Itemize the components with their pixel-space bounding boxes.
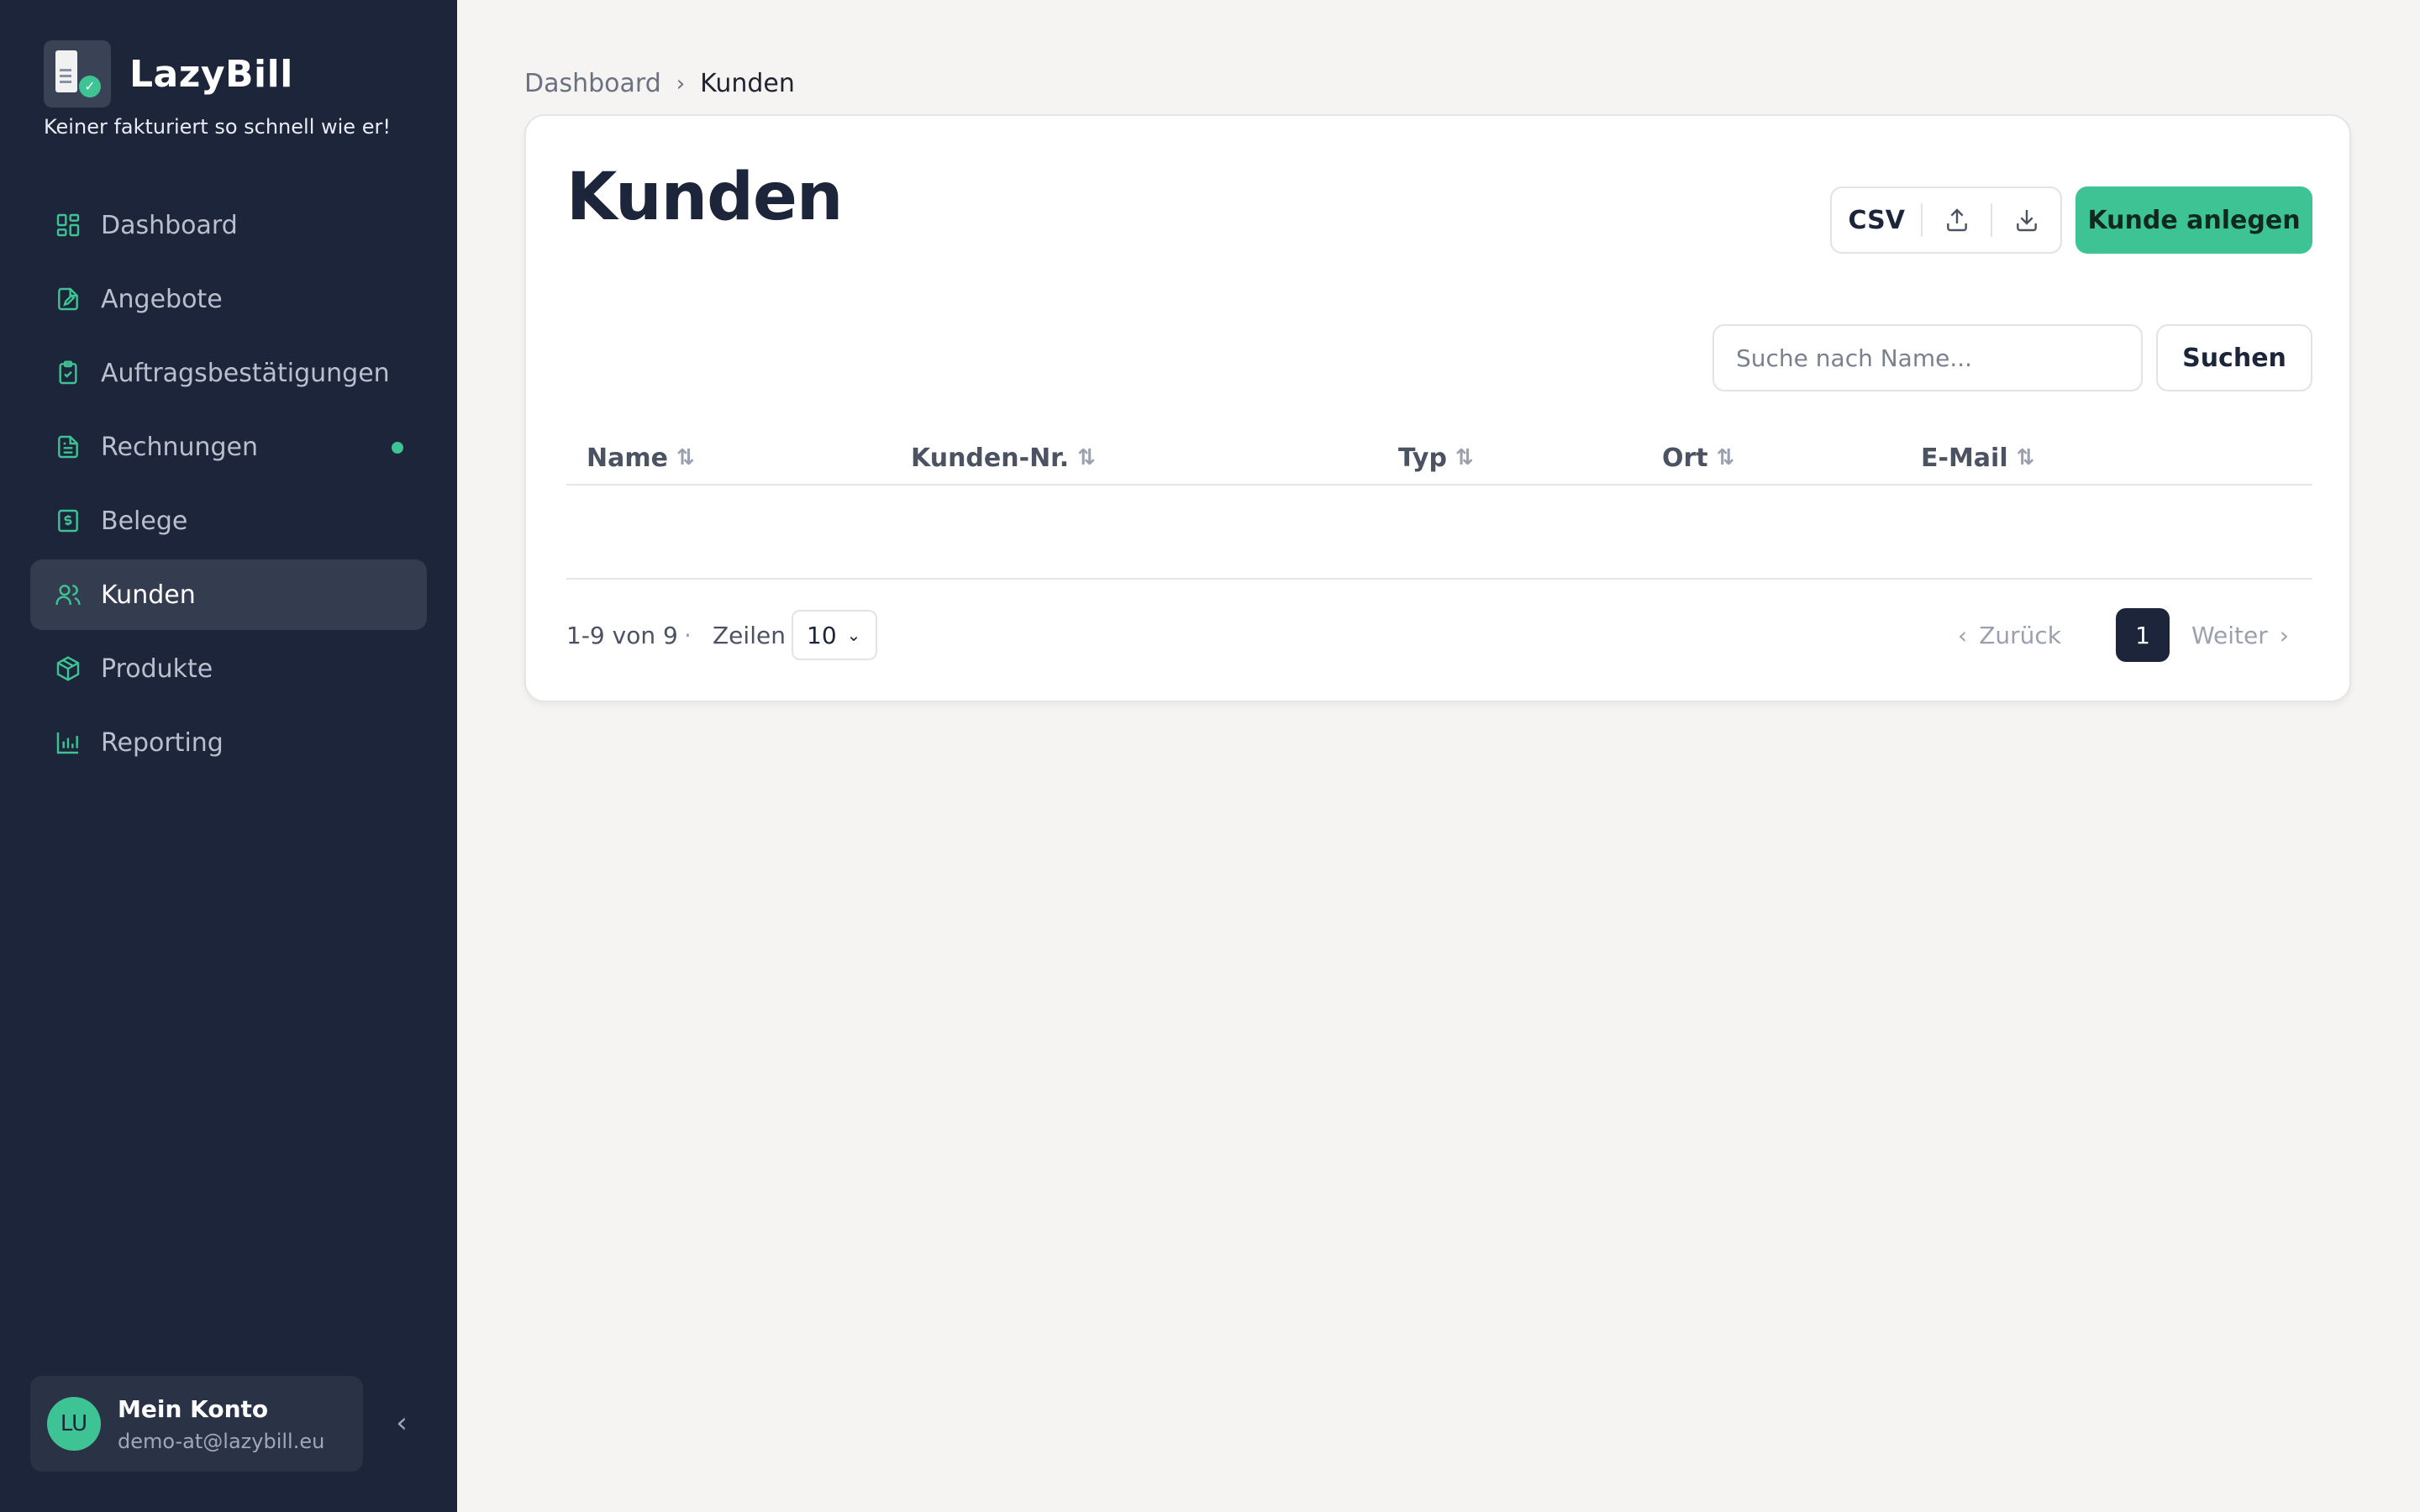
sort-icon: ⇅ [2016, 445, 2035, 470]
file-text-icon [54, 433, 82, 461]
chevron-left-icon: ‹ [396, 1406, 408, 1440]
account-name: Mein Konto [118, 1394, 269, 1423]
table-header: Name ⇅ Kunden-Nr. ⇅ Typ ⇅ Ort ⇅ E-Mail ⇅ [566, 438, 2312, 486]
breadcrumb-dashboard-link[interactable]: Dashboard [524, 69, 661, 98]
sidebar-item-label: Dashboard [101, 210, 238, 240]
receipt-icon [54, 507, 82, 535]
page-title: Kunden [566, 160, 843, 235]
sort-icon: ⇅ [1077, 445, 1096, 470]
sidebar-item-reporting[interactable]: Reporting [30, 707, 427, 778]
chevron-left-icon: ‹ [1958, 622, 1968, 649]
chevron-right-icon: › [2279, 622, 2289, 649]
column-header-label: Ort [1662, 443, 1708, 473]
column-header-label: Typ [1398, 443, 1447, 473]
chevron-right-icon: › [676, 71, 686, 97]
column-header-city[interactable]: Ort ⇅ [1662, 438, 1734, 477]
search-button[interactable]: Suchen [2156, 324, 2312, 391]
sidebar-item-label: Belege [101, 506, 188, 536]
sort-icon: ⇅ [676, 445, 695, 470]
breadcrumb: Dashboard › Kunden [524, 69, 795, 98]
sort-icon: ⇅ [1716, 445, 1735, 470]
download-icon [2016, 210, 2037, 232]
csv-upload-button[interactable] [1923, 188, 1991, 252]
rows-per-page-label: Zeilen [713, 622, 786, 649]
customers-card: Kunden CSV Kunde anlegen Suchen Name ⇅ Ku… [524, 114, 2351, 702]
app-name: LazyBill [129, 52, 293, 96]
users-icon [54, 580, 82, 609]
account-email: demo-at@lazybill.eu [118, 1429, 325, 1453]
sidebar-item-label: Reporting [101, 727, 224, 758]
sidebar-item-angebote[interactable]: Angebote [30, 264, 427, 334]
create-customer-button[interactable]: Kunde anlegen [2075, 186, 2312, 254]
package-icon [54, 654, 82, 683]
column-header-type[interactable]: Typ ⇅ [1398, 438, 1474, 477]
dashboard-grid-icon [54, 211, 82, 239]
column-header-customer-number[interactable]: Kunden-Nr. ⇅ [911, 438, 1096, 477]
avatar: LU [47, 1397, 101, 1451]
sidebar-item-produkte[interactable]: Produkte [30, 633, 427, 704]
column-header-name[interactable]: Name ⇅ [587, 438, 695, 477]
chevron-down-icon: ⌄ [846, 625, 861, 645]
logo-icon: ✓ [44, 40, 111, 108]
sidebar-item-label: Angebote [101, 284, 223, 314]
next-page-label: Weiter [2191, 622, 2268, 649]
search-input[interactable] [1712, 324, 2143, 391]
table-divider [566, 578, 2312, 580]
column-header-label: Name [587, 443, 668, 473]
page-number-button[interactable]: 1 [2116, 608, 2170, 662]
previous-page-label: Zurück [1979, 622, 2061, 649]
separator: · [684, 622, 692, 649]
brand[interactable]: ✓ LazyBill [44, 40, 293, 108]
breadcrumb-current: Kunden [700, 69, 795, 98]
sort-icon: ⇅ [1455, 445, 1474, 470]
sidebar-item-label: Rechnungen [101, 432, 259, 462]
rows-per-page-select[interactable]: 10 ⌄ [792, 610, 877, 660]
sidebar-item-label: Produkte [101, 654, 213, 684]
account-card[interactable]: LU Mein Konto demo-at@lazybill.eu [30, 1376, 363, 1472]
result-count: 1-9 von 9 [566, 622, 678, 649]
csv-download-button[interactable] [1992, 188, 2060, 252]
column-header-label: E-Mail [1921, 443, 2008, 473]
previous-page-button[interactable]: ‹ Zurück [1958, 622, 2061, 649]
pagination: 1-9 von 9 · Zeilen 10 ⌄ ‹ Zurück 1 Weite… [566, 608, 2312, 664]
collapse-sidebar-button[interactable]: ‹ [385, 1404, 418, 1441]
sidebar: ✓ LazyBill Keiner fakturiert so schnell … [0, 0, 457, 1512]
next-page-button[interactable]: Weiter › [2191, 622, 2289, 649]
sidebar-item-kunden[interactable]: Kunden [30, 559, 427, 630]
sidebar-item-rechnungen[interactable]: Rechnungen [30, 412, 427, 482]
app-tagline: Keiner fakturiert so schnell wie er! [44, 115, 391, 139]
sidebar-item-label: Kunden [101, 580, 196, 610]
sidebar-item-belege[interactable]: Belege [30, 486, 427, 556]
bar-chart-icon [54, 728, 82, 757]
sidebar-item-auftragsbestaetigungen[interactable]: Auftragsbestätigungen [30, 338, 427, 408]
rows-per-page-value: 10 [807, 621, 837, 649]
sidebar-nav: Dashboard Angebote Auftragsbestätigungen… [30, 190, 427, 781]
upload-icon [1946, 208, 1967, 232]
sidebar-item-label: Auftragsbestätigungen [101, 358, 390, 388]
sidebar-item-dashboard[interactable]: Dashboard [30, 190, 427, 260]
notification-dot [392, 442, 403, 454]
clipboard-check-icon [54, 359, 82, 387]
csv-label: CSV [1848, 205, 1905, 235]
file-edit-icon [54, 285, 82, 313]
column-header-label: Kunden-Nr. [911, 443, 1070, 473]
csv-toolbar: CSV [1830, 186, 2062, 254]
column-header-email[interactable]: E-Mail ⇅ [1921, 438, 2034, 477]
